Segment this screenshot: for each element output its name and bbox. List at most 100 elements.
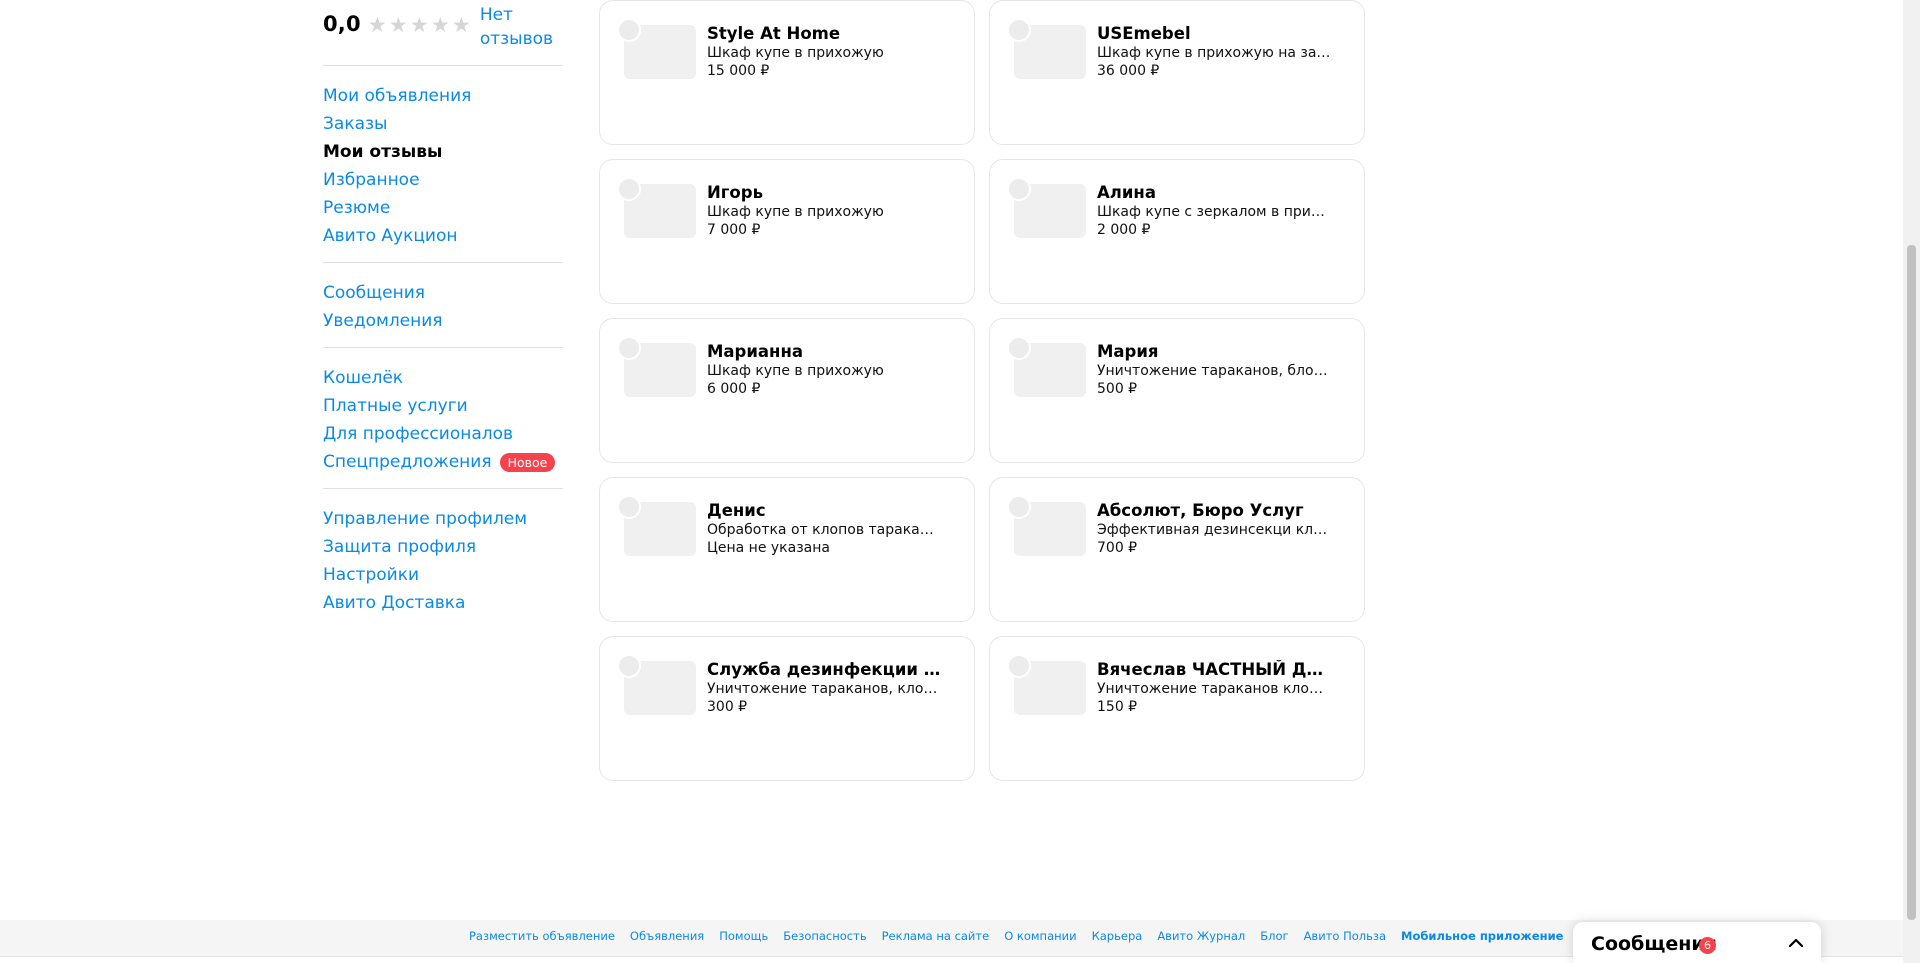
review-card[interactable]: Алина Шкаф купе с зеркалом в прихо... 2 … [989,159,1365,304]
listing-title: Шкаф купе в прихожую [707,45,884,61]
nav-item-profile-management[interactable]: Управление профилем [323,505,563,533]
messages-widget-title: Сообщения [1591,933,1717,955]
nav-divider [323,488,563,489]
nav-item-my-reviews[interactable]: Мои отзывы [323,138,563,166]
nav-divider [323,347,563,348]
review-card[interactable]: Style At Home Шкаф купе в прихожую 15 00… [599,0,975,145]
listing-title: Уничтожение тараканов, клоп... [707,681,942,697]
card-info: USEmebel Шкаф купе в прихожую на заказ 3… [1097,24,1332,80]
review-card[interactable]: Служба дезинфекции Ко... Уничтожение тар… [599,636,975,781]
nav-group-messages: Сообщения Уведомления [323,266,563,344]
review-card[interactable]: Марианна Шкаф купе в прихожую 6 000 ₽ [599,318,975,463]
listing-price: 300 ₽ [707,699,748,715]
messages-count: 6 [1699,934,1716,954]
nav-item-auction[interactable]: Авито Аукцион [323,222,563,250]
seller-name: Служба дезинфекции Ко... [707,660,942,679]
listing-price: 15 000 ₽ [707,63,770,79]
card-info: Марианна Шкаф купе в прихожую 6 000 ₽ [707,342,942,398]
star-icon: ★ [409,13,429,37]
listing-price: 500 ₽ [1097,381,1138,397]
footer-link-help[interactable]: Помощь [719,929,768,943]
listing-price: 7 000 ₽ [707,222,761,238]
sidebar: 0,0 ★ ★ ★ ★ ★ Нет отзывов Мои объявления… [323,0,563,626]
seller-name: Style At Home [707,24,841,43]
footer-link-mobile-app[interactable]: Мобильное приложение [1401,929,1563,943]
footer-link-security[interactable]: Безопасность [783,929,866,943]
nav-item-my-ads[interactable]: Мои объявления [323,82,563,110]
no-reviews-link[interactable]: Нет отзывов [480,3,560,51]
avatar-icon [1007,654,1031,678]
listing-title: Уничтожение тараканов, блох,... [1097,363,1332,379]
footer-link-journal[interactable]: Авито Журнал [1157,929,1245,943]
new-badge: Новое [499,452,556,472]
review-card[interactable]: Денис Обработка от клопов таракано... Це… [599,477,975,622]
footer-link-about[interactable]: О компании [1004,929,1076,943]
star-icon: ★ [367,13,387,37]
card-info: Денис Обработка от клопов таракано... Це… [707,501,942,557]
listing-title: Шкаф купе в прихожую [707,204,884,220]
scrollbar-thumb[interactable] [1907,245,1916,920]
seller-name: Абсолют, Бюро Услуг [1097,501,1304,520]
listing-title: Уничтожение тараканов клопо... [1097,681,1332,697]
nav-item-paid-services[interactable]: Платные услуги [323,392,563,420]
listing-price: Цена не указана [707,540,830,556]
nav-item-profile-protection[interactable]: Защита профиля [323,533,563,561]
nav-group-main: Мои объявления Заказы Мои отзывы Избранн… [323,69,563,259]
listing-title: Обработка от клопов таракано... [707,522,942,538]
nav-item-resume[interactable]: Резюме [323,194,563,222]
nav-item-orders[interactable]: Заказы [323,110,563,138]
rating-stars: ★ ★ ★ ★ ★ [367,15,472,36]
listing-price: 700 ₽ [1097,540,1138,556]
page-scrollbar[interactable] [1903,0,1920,963]
card-info: Игорь Шкаф купе в прихожую 7 000 ₽ [707,183,942,239]
listing-price: 150 ₽ [1097,699,1138,715]
card-info: Style At Home Шкаф купе в прихожую 15 00… [707,24,942,80]
page: 0,0 ★ ★ ★ ★ ★ Нет отзывов Мои объявления… [0,0,1903,963]
review-card[interactable]: Абсолют, Бюро Услуг Эффективная дезинсек… [989,477,1365,622]
seller-name: Марианна [707,342,803,361]
star-icon: ★ [388,13,408,37]
card-info: Мария Уничтожение тараканов, блох,... 50… [1097,342,1332,398]
nav-item-professionals[interactable]: Для профессионалов [323,420,563,448]
messages-count-badge: 6 [1699,937,1716,954]
review-card[interactable]: USEmebel Шкаф купе в прихожую на заказ 3… [989,0,1365,145]
messages-widget[interactable]: Сообщения 6 [1573,922,1821,963]
nav-item-settings[interactable]: Настройки [323,561,563,589]
listing-price: 2 000 ₽ [1097,222,1151,238]
nav-item-special-offers[interactable]: Спецпредложения Новое [323,448,563,476]
avatar-icon [617,18,641,42]
seller-name: Мария [1097,342,1159,361]
star-icon: ★ [430,13,450,37]
chevron-up-icon[interactable] [1786,933,1806,953]
card-info: Абсолют, Бюро Услуг Эффективная дезинсек… [1097,501,1332,557]
footer-link-post-ad[interactable]: Разместить объявление [469,929,615,943]
avatar-icon [617,495,641,519]
review-card[interactable]: Вячеслав ЧАСТНЫЙ ДЕЗИ... Уничтожение тар… [989,636,1365,781]
avatar-icon [1007,495,1031,519]
nav-item-wallet[interactable]: Кошелёк [323,364,563,392]
nav-group-profile: Управление профилем Защита профиля Настр… [323,492,563,626]
nav-group-services: Кошелёк Платные услуги Для профессионало… [323,351,563,485]
rating-row: 0,0 ★ ★ ★ ★ ★ Нет отзывов [323,0,563,62]
review-card[interactable]: Игорь Шкаф купе в прихожую 7 000 ₽ [599,159,975,304]
rating-value: 0,0 [323,12,361,36]
nav-divider [323,262,563,263]
footer-link-blog[interactable]: Блог [1260,929,1288,943]
nav-item-label: Спецпредложения [323,452,492,472]
avatar-icon [617,336,641,360]
nav-item-delivery[interactable]: Авито Доставка [323,589,563,617]
avatar-icon [1007,18,1031,42]
review-card[interactable]: Мария Уничтожение тараканов, блох,... 50… [989,318,1365,463]
listing-title: Шкаф купе с зеркалом в прихо... [1097,204,1332,220]
footer-link-benefit[interactable]: Авито Польза [1304,929,1386,943]
nav-item-messages[interactable]: Сообщения [323,279,563,307]
listing-title: Шкаф купе в прихожую [707,363,884,379]
nav-item-favorites[interactable]: Избранное [323,166,563,194]
card-info: Вячеслав ЧАСТНЫЙ ДЕЗИ... Уничтожение тар… [1097,660,1332,716]
nav-item-notifications[interactable]: Уведомления [323,307,563,335]
footer-link-advertising[interactable]: Реклама на сайте [882,929,990,943]
listing-title: Эффективная дезинсекци кло... [1097,522,1332,538]
listing-title: Шкаф купе в прихожую на заказ [1097,45,1332,61]
footer-link-career[interactable]: Карьера [1092,929,1143,943]
footer-link-ads[interactable]: Объявления [630,929,704,943]
